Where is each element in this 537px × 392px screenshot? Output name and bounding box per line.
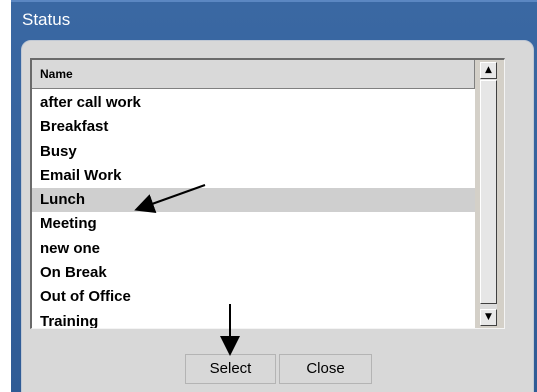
dialog-title: Status <box>22 10 71 29</box>
column-header-name[interactable]: Name <box>32 60 475 89</box>
scroll-up-arrow-icon[interactable]: ▲ <box>480 62 497 79</box>
list-item[interactable]: On Break <box>32 261 475 285</box>
list-item-selected[interactable]: Lunch <box>32 188 475 213</box>
list-item[interactable]: Training <box>32 310 475 328</box>
list-item[interactable]: Breakfast <box>32 115 475 139</box>
vertical-scrollbar[interactable]: ▲ ▼ <box>475 60 504 328</box>
list-item[interactable]: Email Work <box>32 164 475 188</box>
close-button[interactable]: Close <box>279 354 372 384</box>
list-item[interactable]: Meeting <box>32 212 475 236</box>
list-item[interactable]: after call work <box>32 91 475 115</box>
scrollbar-thumb[interactable] <box>480 80 497 304</box>
select-button[interactable]: Select <box>185 354 276 384</box>
scroll-down-arrow-icon[interactable]: ▼ <box>480 309 497 326</box>
status-listbox[interactable]: Name after call work Breakfast Busy Emai… <box>30 58 505 329</box>
list-item[interactable]: Out of Office <box>32 285 475 309</box>
status-window: Status Name after call work Breakfast Bu… <box>0 0 537 392</box>
status-list: after call work Breakfast Busy Email Wor… <box>32 91 475 328</box>
list-item[interactable]: Busy <box>32 140 475 164</box>
list-item[interactable]: new one <box>32 237 475 261</box>
